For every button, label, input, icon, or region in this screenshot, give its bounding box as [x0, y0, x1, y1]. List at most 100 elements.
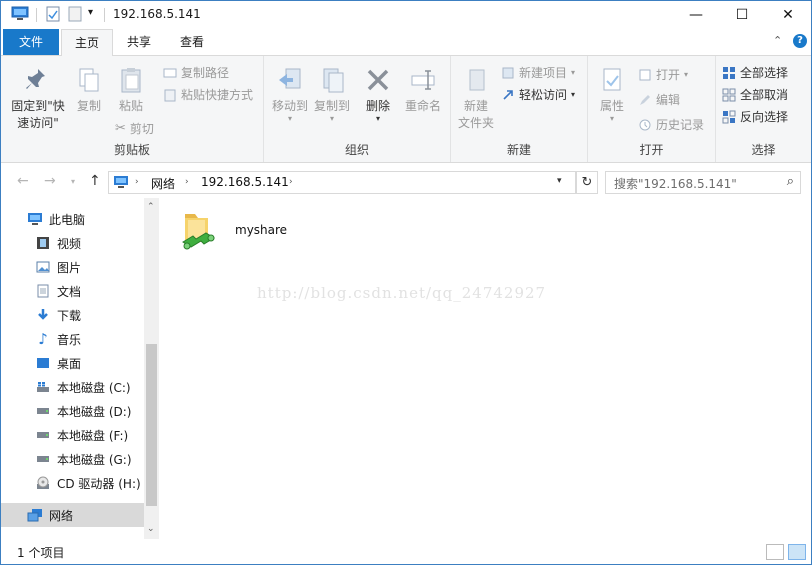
properties-dropdown-icon: ▾	[609, 114, 614, 123]
scrollbar-thumb[interactable]	[146, 344, 157, 506]
search-icon[interactable]: ⌕	[787, 174, 794, 189]
up-arrow-icon[interactable]: ↑	[89, 173, 101, 189]
open-icon	[639, 69, 651, 80]
select-none-label: 全部取消	[740, 88, 789, 102]
select-all-label: 全部选择	[740, 66, 789, 80]
nav-item-drive-c[interactable]: 本地磁盘 (C:)	[1, 375, 144, 399]
new-item-icon	[502, 67, 514, 78]
nav-item-network[interactable]: 网络	[1, 503, 144, 527]
nav-item-this-pc[interactable]: 此电脑	[1, 207, 144, 231]
search-placeholder[interactable]: 搜索"192.168.5.141"	[614, 175, 737, 192]
copy-to-dropdown-icon: ▾	[329, 114, 334, 123]
properties-quick-icon[interactable]	[46, 6, 60, 24]
scroll-up-icon[interactable]: ⌃	[147, 202, 155, 212]
nav-item-downloads[interactable]: 下载	[1, 303, 144, 327]
nav-item-documents[interactable]: 文档	[1, 279, 144, 303]
title-bar: ▾ 192.168.5.141 — ☐ ✕	[1, 1, 811, 29]
scroll-down-icon[interactable]: ⌄	[147, 524, 155, 534]
tab-view[interactable]: 查看	[167, 29, 217, 55]
nav-item-drive-g[interactable]: 本地磁盘 (G:)	[1, 447, 144, 471]
nav-item-drive-d[interactable]: 本地磁盘 (D:)	[1, 399, 144, 423]
history-button[interactable]: 历史记录	[638, 116, 704, 133]
select-none-button[interactable]: 全部取消	[722, 86, 788, 103]
download-icon	[35, 307, 51, 323]
new-folder-quick-icon[interactable]	[68, 6, 82, 24]
help-icon[interactable]: ?	[793, 34, 807, 48]
breadcrumb-host[interactable]: 192.168.5.141	[201, 175, 289, 189]
move-to-icon	[270, 66, 310, 97]
copy-path-button[interactable]: 复制路径	[163, 64, 229, 81]
nav-item-pictures[interactable]: 图片	[1, 255, 144, 279]
windows-drive-icon	[35, 379, 51, 395]
invert-selection-button[interactable]: 反向选择	[722, 108, 788, 125]
breadcrumb-network[interactable]: 网络	[151, 175, 175, 192]
maximize-button[interactable]: ☐	[719, 1, 765, 29]
details-view-icon[interactable]	[766, 544, 784, 560]
tab-file[interactable]: 文件	[3, 29, 59, 55]
music-icon: ♪	[38, 330, 48, 348]
copy-to-button[interactable]: 复制到 ▾	[312, 66, 352, 123]
cut-button[interactable]: ✂ 剪切	[115, 120, 154, 137]
pin-quick-access-button[interactable]: 固定到"快 速访问"	[7, 66, 69, 131]
rename-button[interactable]: 重命名	[402, 66, 444, 114]
forward-arrow-icon[interactable]: →	[44, 173, 56, 189]
address-row: ← → ▾ ↑ › 网络 › 192.168.5.141 › ▾ ↻ 搜索"19…	[1, 164, 811, 198]
customize-qa-dropdown-icon[interactable]: ▾	[88, 7, 93, 25]
nav-pane-scrollbar[interactable]: ⌃ ⌄	[144, 198, 159, 539]
collapse-ribbon-icon[interactable]: ⌃	[773, 34, 782, 47]
refresh-icon[interactable]: ↻	[576, 171, 598, 194]
nav-item-music[interactable]: ♪ 音乐	[1, 327, 144, 351]
nav-item-cd-drive[interactable]: CD 驱动器 (H:)	[1, 471, 144, 495]
recent-locations-icon[interactable]: ▾	[71, 177, 75, 186]
close-button[interactable]: ✕	[765, 1, 811, 29]
nav-item-desktop[interactable]: 桌面	[1, 351, 144, 375]
history-label: 历史记录	[656, 118, 705, 132]
breadcrumb-separator-icon[interactable]: ›	[135, 177, 139, 187]
large-icons-view-icon[interactable]	[788, 544, 806, 560]
delete-button[interactable]: 删除 ▾	[360, 66, 396, 123]
move-to-button[interactable]: 移动到 ▾	[270, 66, 310, 123]
new-folder-icon	[455, 66, 497, 97]
properties-button[interactable]: 属性 ▾	[592, 66, 632, 123]
group-new: 新建 文件夹 新建项目 ▾ 轻松访问 ▾ 新建	[451, 56, 588, 162]
delete-x-icon	[360, 66, 396, 97]
move-to-label: 移动到	[271, 99, 308, 113]
paste-shortcut-button[interactable]: 粘贴快捷方式	[163, 86, 253, 103]
shared-folder-icon	[179, 208, 221, 257]
nav-item-drive-f[interactable]: 本地磁盘 (F:)	[1, 423, 144, 447]
address-bar[interactable]: › 网络 › 192.168.5.141 › ▾	[108, 171, 576, 194]
copy-button[interactable]: 复制	[71, 66, 107, 114]
list-item[interactable]: myshare	[179, 206, 319, 254]
edit-button[interactable]: 编辑	[638, 91, 680, 108]
search-box[interactable]: 搜索"192.168.5.141" ⌕	[605, 171, 801, 194]
select-all-button[interactable]: 全部选择	[722, 64, 788, 81]
select-group-label: 选择	[751, 143, 776, 157]
qa-divider	[36, 8, 37, 22]
tab-share[interactable]: 共享	[115, 29, 163, 55]
invert-selection-label: 反向选择	[740, 110, 789, 124]
pin-icon	[7, 66, 69, 97]
pc-icon	[27, 211, 43, 227]
back-arrow-icon[interactable]: ←	[17, 173, 29, 189]
nav-item-label: 本地磁盘 (C:)	[57, 380, 131, 395]
minimize-button[interactable]: —	[673, 1, 719, 29]
new-folder-button[interactable]: 新建 文件夹	[455, 66, 497, 131]
computer-icon[interactable]	[11, 6, 29, 24]
tab-home[interactable]: 主页	[61, 29, 113, 56]
open-button[interactable]: 打开 ▾	[638, 66, 688, 83]
nav-item-label: 下载	[57, 308, 82, 323]
paste-button[interactable]: 粘贴	[113, 66, 149, 114]
organize-group-label: 组织	[344, 143, 369, 157]
copy-icon	[71, 66, 107, 97]
address-history-dropdown-icon[interactable]: ▾	[557, 176, 562, 186]
nav-item-videos[interactable]: 视频	[1, 231, 144, 255]
breadcrumb-separator-icon[interactable]: ›	[185, 177, 189, 187]
easy-access-dropdown-icon: ▾	[571, 90, 576, 99]
nav-item-label: 本地磁盘 (D:)	[57, 404, 132, 419]
easy-access-button[interactable]: 轻松访问 ▾	[501, 86, 575, 103]
drive-icon	[35, 451, 51, 467]
status-item-count: 1 个项目	[17, 546, 65, 560]
new-item-button[interactable]: 新建项目 ▾	[501, 64, 575, 81]
address-computer-icon	[113, 175, 129, 192]
breadcrumb-separator-icon[interactable]: ›	[289, 177, 293, 187]
